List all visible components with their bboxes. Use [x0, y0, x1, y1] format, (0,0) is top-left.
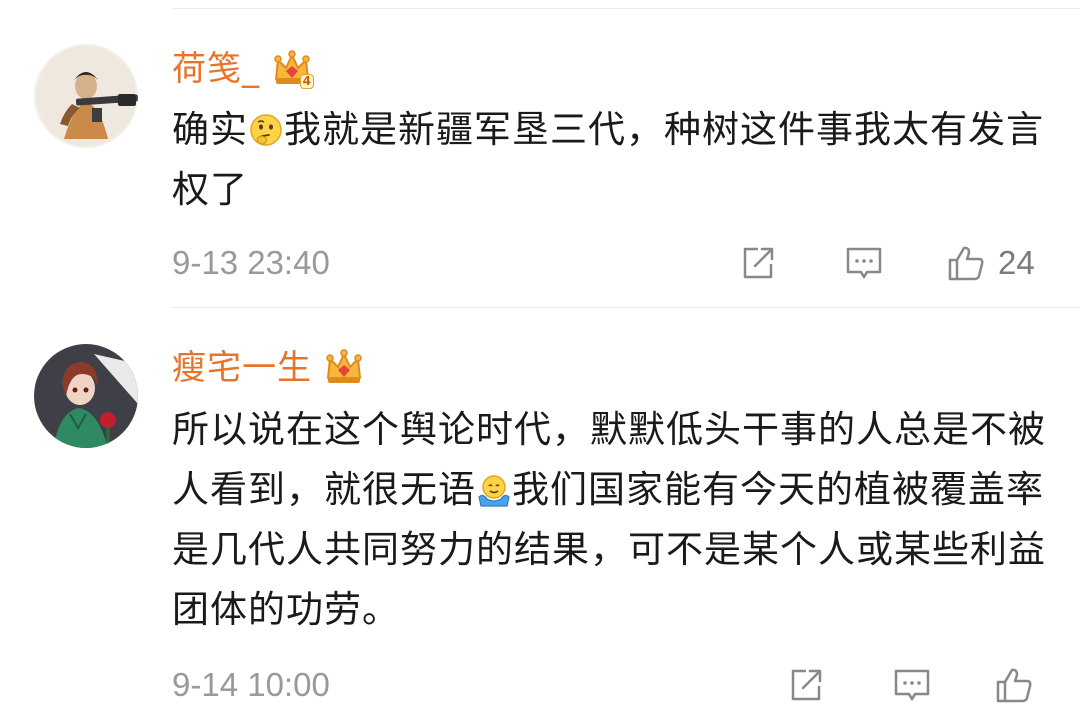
- avatar[interactable]: [34, 344, 138, 448]
- comment-meta: 9-14 10:00: [172, 660, 1080, 710]
- timestamp: 9-14 10:00: [172, 666, 330, 703]
- thumbs-up-icon: [996, 668, 1032, 703]
- username[interactable]: 瘦宅一生: [172, 346, 312, 390]
- comment-icon: [894, 669, 930, 701]
- reply-button[interactable]: [892, 665, 932, 705]
- comment-item: 瘦宅一生 所以说在这个舆论时代，默默低头干事的人总是不被人看到，就很无语 我们国…: [0, 0, 1080, 710]
- share-icon: [791, 669, 822, 701]
- member-crown-icon[interactable]: [324, 348, 364, 388]
- share-button[interactable]: [786, 665, 826, 705]
- shrug-face-icon: [477, 465, 511, 507]
- like-button[interactable]: [994, 665, 1046, 705]
- comment-header: 瘦宅一生: [172, 343, 364, 393]
- comment-text: 所以说在这个舆论时代，默默低头干事的人总是不被人看到，就很无语 我们国家能有今天…: [172, 400, 1052, 640]
